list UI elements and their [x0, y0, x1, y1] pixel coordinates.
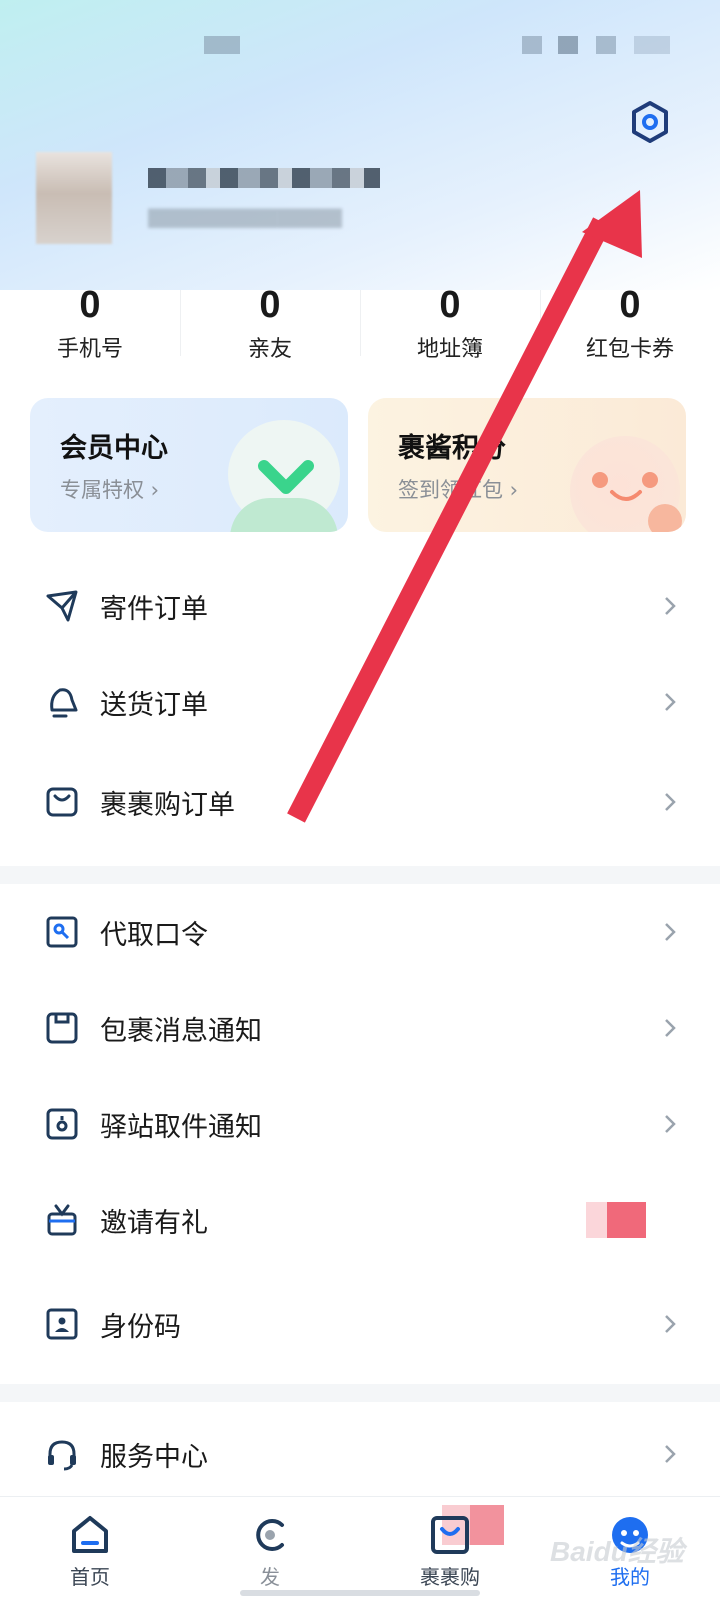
menu-item-id-code[interactable]: 身份码 [0, 1268, 720, 1380]
status-blur [634, 36, 670, 54]
member-center-card[interactable]: 会员中心 专属特权 › [30, 398, 348, 532]
heart-check-icon [258, 460, 314, 494]
stat-value: 0 [439, 284, 461, 326]
section-divider [0, 1384, 720, 1402]
menu-label: 驿站取件通知 [100, 1111, 262, 1143]
menu-label: 身份码 [100, 1311, 181, 1343]
face-eye [592, 472, 608, 488]
menu-item-service-center[interactable]: 服务中心 [0, 1412, 720, 1496]
tab-label: 首页 [70, 1565, 110, 1589]
menu-item-invite[interactable]: 邀请有礼 [0, 1172, 720, 1268]
menu-group-help: 服务中心 [0, 1412, 720, 1496]
face-eye [642, 472, 658, 488]
face-smile [610, 490, 642, 501]
bell-icon [42, 682, 82, 722]
menu-item-package-notice[interactable]: 包裹消息通知 [0, 980, 720, 1076]
menu-group-services: 代取口令 包裹消息通知 驿站取件通知 邀请有礼 身份码 [0, 884, 720, 1380]
tab-shop[interactable]: 裹裹购 [360, 1497, 540, 1600]
station-notice-icon [42, 1104, 82, 1144]
settings-icon [632, 101, 668, 143]
settings-button[interactable] [626, 98, 674, 146]
chevron-right-icon [660, 1018, 680, 1038]
tab-send[interactable]: 发 [180, 1497, 504, 1600]
stat-phone[interactable]: 0 手机号 [0, 278, 180, 368]
avatar[interactable] [36, 152, 112, 244]
status-blur [596, 36, 616, 54]
id-code-icon [42, 1304, 82, 1344]
menu-label: 送货订单 [100, 689, 208, 721]
card-subtitle: 签到领红包 › [398, 478, 519, 502]
menu-label: 邀请有礼 [100, 1207, 208, 1239]
stat-friends[interactable]: 0 亲友 [180, 278, 360, 368]
profile-subtitle-blurred: ▇▇▇▇▇▇▇▇▇▇▇▇ [148, 206, 342, 228]
stat-value: 0 [619, 284, 641, 326]
status-bar [0, 30, 720, 60]
send-icon [256, 1519, 284, 1551]
card-title: 裹酱积分 [398, 433, 506, 464]
paper-plane-icon [42, 586, 82, 626]
stat-label: 地址簿 [416, 337, 483, 362]
shopping-bag-icon [42, 782, 82, 822]
tab-label: 发 [260, 1565, 280, 1589]
home-icon [72, 1516, 108, 1553]
chevron-right-icon [660, 792, 680, 812]
card-subtitle: 专属特权 › [60, 478, 160, 502]
card-title: 会员中心 [60, 433, 168, 464]
menu-label: 寄件订单 [100, 593, 208, 625]
points-card[interactable]: 裹酱积分 签到领红包 › [368, 398, 686, 532]
menu-item-send-orders[interactable]: 寄件订单 [0, 558, 720, 654]
chevron-right-icon [660, 922, 680, 942]
menu-label: 裹裹购订单 [100, 789, 235, 821]
menu-item-station-notice[interactable]: 驿站取件通知 [0, 1076, 720, 1172]
menu-item-shop-orders[interactable]: 裹裹购订单 [0, 750, 720, 854]
status-blur [204, 36, 240, 54]
package-message-icon [42, 1008, 82, 1048]
chevron-right-icon [660, 596, 680, 616]
menu-label: 代取口令 [100, 919, 208, 951]
headset-icon [42, 1434, 82, 1474]
shop-icon [431, 1516, 469, 1554]
card-decoration [648, 504, 682, 532]
chevron-right-icon [660, 1114, 680, 1134]
stat-label: 红包卡券 [585, 337, 674, 362]
chevron-right-icon [660, 1314, 680, 1334]
watermark-text: Baidu经验 [550, 1536, 684, 1567]
stats-row: 0 手机号 0 亲友 0 地址簿 0 红包卡券 [0, 278, 720, 368]
stat-value: 0 [79, 284, 101, 326]
chevron-right-icon [660, 692, 680, 712]
stat-address-book[interactable]: 0 地址簿 [360, 278, 540, 368]
chevron-right-icon [660, 1444, 680, 1464]
username-blurred [148, 168, 380, 188]
invite-badge-blurred [586, 1202, 646, 1238]
stat-value: 0 [259, 284, 281, 326]
stat-label: 亲友 [247, 337, 292, 362]
menu-group-orders: 寄件订单 送货订单 裹裹购订单 [0, 558, 720, 854]
stat-label: 手机号 [56, 337, 123, 362]
menu-item-delivery-orders[interactable]: 送货订单 [0, 654, 720, 750]
status-blur [522, 36, 542, 54]
menu-label: 包裹消息通知 [100, 1015, 262, 1047]
menu-label: 服务中心 [100, 1441, 208, 1473]
tab-label: 裹裹购 [420, 1565, 480, 1589]
home-indicator [240, 1590, 480, 1596]
status-blur [558, 36, 578, 54]
menu-item-pickup-code[interactable]: 代取口令 [0, 884, 720, 980]
section-divider [0, 866, 720, 884]
tab-home[interactable]: 首页 [0, 1497, 180, 1600]
key-card-icon [42, 912, 82, 952]
stat-coupons[interactable]: 0 红包卡券 [540, 278, 720, 368]
gift-icon [42, 1200, 82, 1240]
